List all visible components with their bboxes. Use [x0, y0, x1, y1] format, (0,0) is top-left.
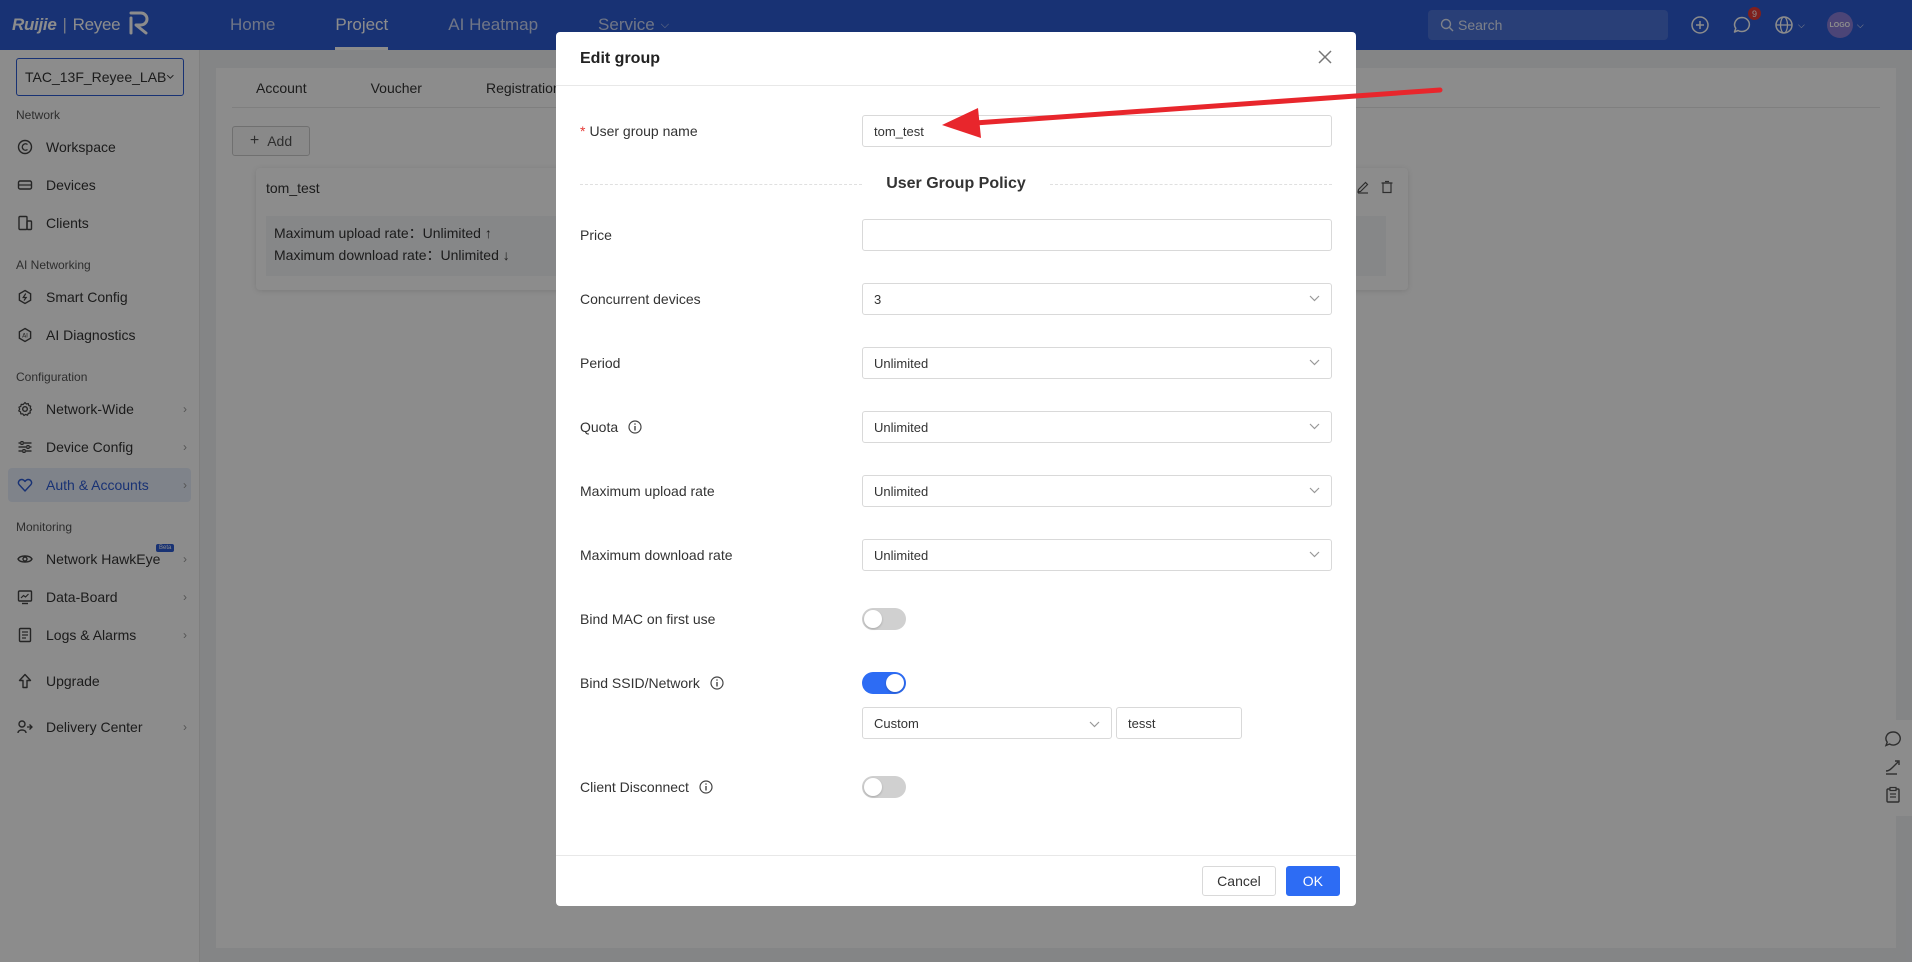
- select-value: Custom: [874, 715, 919, 731]
- max-download-rate-select[interactable]: Unlimited: [862, 539, 1332, 571]
- period-select[interactable]: Unlimited: [862, 347, 1332, 379]
- info-icon[interactable]: [710, 676, 724, 690]
- ssid-name-input[interactable]: tesst: [1116, 707, 1242, 739]
- policy-divider: User Group Policy: [580, 172, 1332, 196]
- button-label: OK: [1302, 873, 1323, 889]
- bind-ssid-toggle[interactable]: [862, 672, 906, 694]
- dialog-footer: Cancel OK: [556, 855, 1356, 906]
- concurrent-devices-label: Concurrent devices: [580, 291, 701, 307]
- user-group-name-input[interactable]: tom_test: [862, 115, 1332, 147]
- bind-mac-toggle[interactable]: [862, 608, 906, 630]
- divider-line: [1049, 183, 1332, 185]
- chevron-down-icon: [1309, 358, 1320, 369]
- select-value: Unlimited: [874, 547, 929, 563]
- label-text: Client Disconnect: [580, 779, 689, 795]
- dialog-title: Edit group: [580, 49, 660, 67]
- dialog-header: Edit group: [556, 32, 1356, 86]
- divider-line: [580, 183, 863, 185]
- max-download-rate-label: Maximum download rate: [580, 547, 733, 563]
- form-row-max-upload-rate: Maximum upload rate Unlimited: [580, 475, 1332, 507]
- client-disconnect-toggle[interactable]: [862, 776, 906, 798]
- info-icon[interactable]: [699, 780, 713, 794]
- select-value: Unlimited: [874, 483, 929, 499]
- ok-button[interactable]: OK: [1285, 866, 1340, 896]
- chevron-down-icon: [1309, 550, 1320, 561]
- required-asterisk: *: [580, 123, 586, 139]
- cancel-button[interactable]: Cancel: [1202, 866, 1276, 896]
- bind-ssid-label: Bind SSID/Network: [580, 675, 862, 691]
- label-text: Quota: [580, 419, 619, 435]
- input-value: tesst: [1128, 715, 1156, 731]
- price-input[interactable]: [862, 219, 1332, 251]
- user-group-name-label: * User group name: [580, 123, 862, 139]
- form-row-concurrent-devices: Concurrent devices 3: [580, 283, 1332, 315]
- chevron-down-icon: [1089, 716, 1100, 731]
- form-row-client-disconnect: Client Disconnect: [580, 771, 1332, 803]
- price-label: Price: [580, 227, 612, 243]
- quota-select[interactable]: Unlimited: [862, 411, 1332, 443]
- client-disconnect-label: Client Disconnect: [580, 779, 862, 795]
- form-row-quota: Quota Unlimited: [580, 411, 1332, 443]
- label-text: User group name: [589, 123, 698, 139]
- edit-group-dialog: Edit group * User group name tom_test Use…: [556, 32, 1356, 906]
- select-value: 3: [874, 291, 882, 307]
- form-row-period: Period Unlimited: [580, 347, 1332, 379]
- input-value: tom_test: [874, 123, 924, 139]
- form-row-user-group-name: * User group name tom_test: [580, 115, 1332, 147]
- ssid-mode-select[interactable]: Custom: [862, 707, 1112, 739]
- select-value: Unlimited: [874, 419, 929, 435]
- max-upload-rate-label: Maximum upload rate: [580, 483, 715, 499]
- bind-mac-label: Bind MAC on first use: [580, 611, 716, 627]
- period-label: Period: [580, 355, 621, 371]
- label-text: Bind SSID/Network: [580, 675, 700, 691]
- info-icon[interactable]: [628, 420, 642, 434]
- max-upload-rate-select[interactable]: Unlimited: [862, 475, 1332, 507]
- quota-label: Quota: [580, 419, 862, 435]
- select-value: Unlimited: [874, 355, 929, 371]
- close-icon[interactable]: [1318, 47, 1332, 70]
- form-row-max-download-rate: Maximum download rate Unlimited: [580, 539, 1332, 571]
- form-row-bind-mac: Bind MAC on first use: [580, 603, 1332, 635]
- button-label: Cancel: [1217, 873, 1261, 889]
- ssid-binding-fields: Custom tesst: [862, 707, 1242, 739]
- chevron-down-icon: [1309, 294, 1320, 305]
- concurrent-devices-select[interactable]: 3: [862, 283, 1332, 315]
- chevron-down-icon: [1309, 486, 1320, 497]
- form-row-price: Price: [580, 219, 1332, 251]
- form-row-bind-ssid: Bind SSID/Network: [580, 667, 1332, 699]
- policy-section-title: User Group Policy: [886, 175, 1026, 192]
- chevron-down-icon: [1309, 422, 1320, 433]
